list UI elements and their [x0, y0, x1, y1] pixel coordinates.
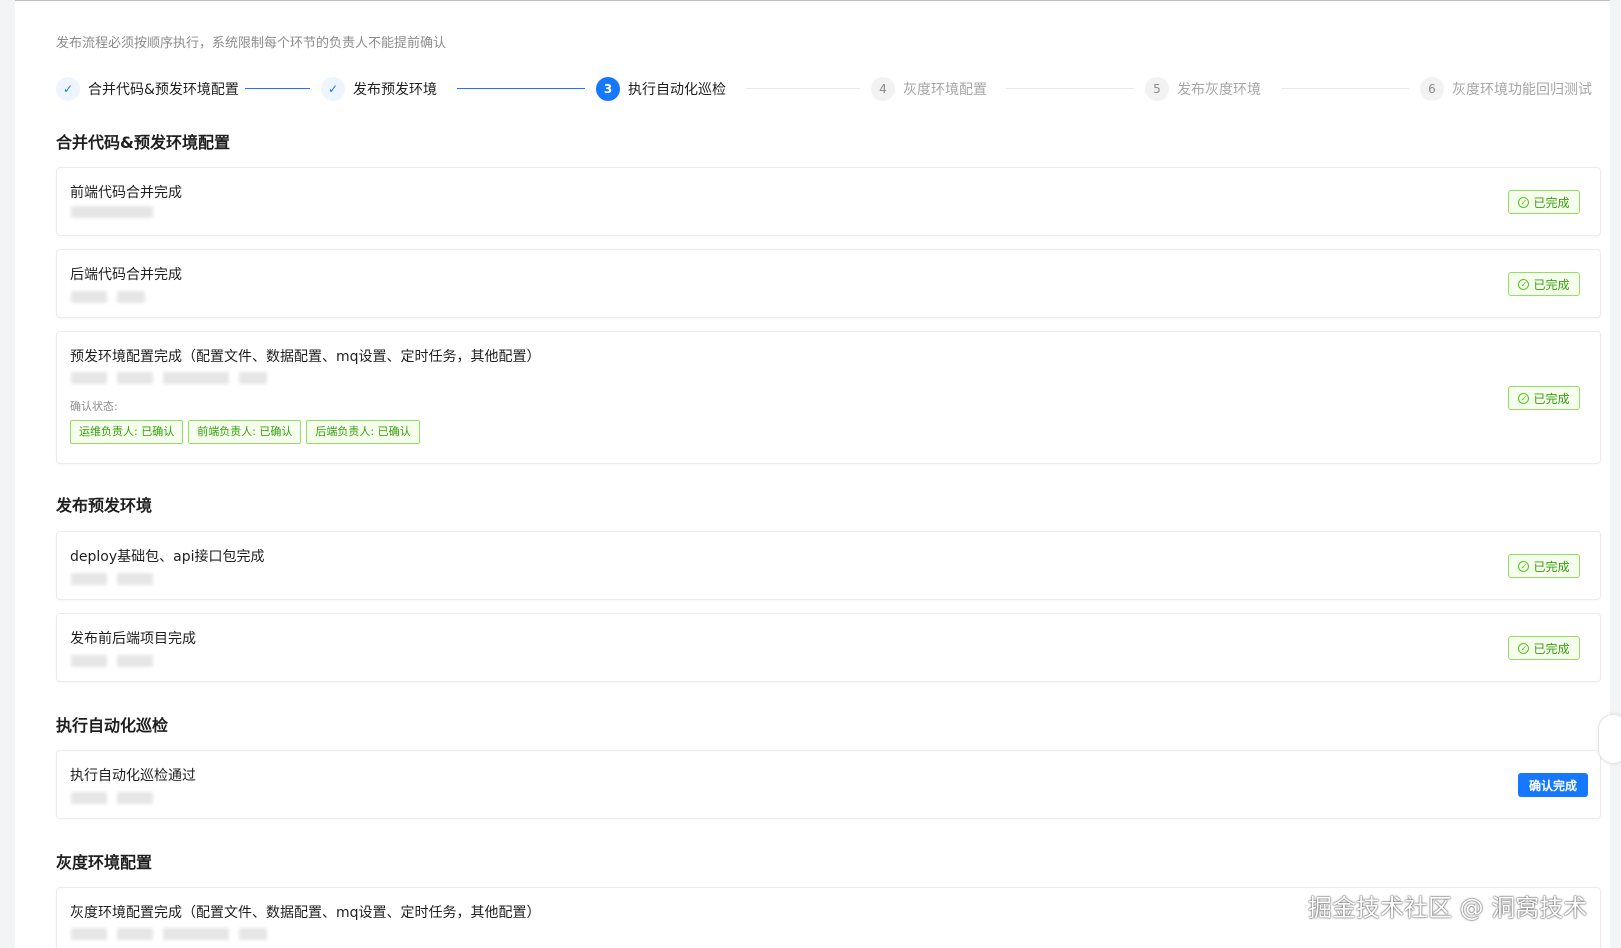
section-title: 合并代码&预发环境配置: [56, 133, 230, 152]
step-5[interactable]: 5 发布灰度环境: [1145, 75, 1261, 103]
step-connector: [1281, 88, 1409, 89]
step-4[interactable]: 4 灰度环境配置: [871, 75, 987, 103]
task-title: 前端代码合并完成: [70, 185, 182, 201]
step-5-title: 发布灰度环境: [1177, 82, 1261, 98]
check-circle-icon: ✓: [1518, 196, 1530, 208]
step-connector: [245, 88, 310, 89]
confirm-status-label: 确认状态:: [70, 400, 118, 413]
task-title: 后端代码合并完成: [70, 267, 182, 283]
step-3-number: 3: [596, 77, 620, 101]
steps-bar: ✓ 合并代码&预发环境配置 ✓ 发布预发环境 3 执行自动化巡检 4 灰度环境配…: [56, 75, 1601, 103]
check-circle-icon: ✓: [1518, 278, 1530, 290]
task-card: 发布前后端项目完成 ✓ 已完成: [56, 613, 1601, 682]
step-3-title: 执行自动化巡检: [628, 82, 726, 98]
blurred-assignee: [71, 291, 145, 303]
backend-confirm-tag: 后端负责人: 已确认: [306, 420, 420, 444]
status-badge: ✓ 已完成: [1508, 386, 1580, 410]
release-process-panel: 发布流程必须按顺序执行，系统限制每个环节的负责人不能提前确认 ✓ 合并代码&预发…: [15, 0, 1610, 948]
check-circle-icon: ✓: [1518, 560, 1530, 572]
status-badge: ✓ 已完成: [1508, 554, 1580, 578]
task-title: 灰度环境配置完成（配置文件、数据配置、mq设置、定时任务，其他配置）: [70, 905, 541, 921]
check-circle-icon: ✓: [1518, 392, 1530, 404]
step-4-title: 灰度环境配置: [903, 82, 987, 98]
step-1[interactable]: ✓ 合并代码&预发环境配置: [56, 75, 239, 103]
step-6-number: 6: [1420, 77, 1444, 101]
blurred-assignee: [71, 573, 153, 585]
task-card: 预发环境配置完成（配置文件、数据配置、mq设置、定时任务，其他配置） 确认状态:…: [56, 331, 1601, 464]
task-card: 前端代码合并完成 ✓ 已完成: [56, 167, 1601, 236]
step-5-number: 5: [1145, 77, 1169, 101]
status-badge: ✓ 已完成: [1508, 190, 1580, 214]
status-badge: ✓ 已完成: [1508, 272, 1580, 296]
confirm-tags: 运维负责人: 已确认 前端负责人: 已确认 后端负责人: 已确认: [70, 420, 420, 444]
section-title: 灰度环境配置: [56, 853, 153, 872]
task-title: deploy基础包、api接口包完成: [70, 549, 265, 565]
watermark: 掘金技术社区 @ 洞窝技术: [1308, 894, 1588, 922]
blurred-assignee: [71, 928, 267, 940]
check-icon: ✓: [321, 77, 345, 101]
check-circle-icon: ✓: [1518, 642, 1530, 654]
step-connector: [746, 88, 860, 89]
blurred-assignee: [71, 206, 153, 218]
check-icon: ✓: [56, 77, 80, 101]
task-card: 后端代码合并完成 ✓ 已完成: [56, 249, 1601, 318]
side-float-button[interactable]: [1598, 714, 1621, 764]
blurred-assignee: [71, 372, 267, 384]
confirm-complete-button[interactable]: 确认完成: [1518, 773, 1588, 797]
status-badge: ✓ 已完成: [1508, 636, 1580, 660]
frontend-confirm-tag: 前端负责人: 已确认: [188, 420, 302, 444]
step-2[interactable]: ✓ 发布预发环境: [321, 75, 437, 103]
blurred-assignee: [71, 792, 153, 804]
step-connector: [1006, 88, 1134, 89]
task-card: 执行自动化巡检通过 确认完成: [56, 750, 1601, 819]
blurred-assignee: [71, 655, 153, 667]
step-4-number: 4: [871, 77, 895, 101]
step-connector: [457, 88, 585, 89]
step-2-title: 发布预发环境: [353, 82, 437, 98]
task-title: 预发环境配置完成（配置文件、数据配置、mq设置、定时任务，其他配置）: [70, 349, 541, 365]
section-title: 发布预发环境: [56, 496, 153, 515]
step-3[interactable]: 3 执行自动化巡检: [596, 75, 726, 103]
section-title: 执行自动化巡检: [56, 716, 169, 735]
step-6[interactable]: 6 灰度环境功能回归测试: [1420, 75, 1592, 103]
ops-confirm-tag: 运维负责人: 已确认: [70, 420, 184, 444]
task-card: deploy基础包、api接口包完成 ✓ 已完成: [56, 531, 1601, 600]
task-title: 发布前后端项目完成: [70, 631, 196, 647]
task-title: 执行自动化巡检通过: [70, 768, 196, 784]
process-hint: 发布流程必须按顺序执行，系统限制每个环节的负责人不能提前确认: [56, 36, 447, 51]
step-6-title: 灰度环境功能回归测试: [1452, 82, 1592, 98]
step-1-title: 合并代码&预发环境配置: [88, 82, 239, 98]
